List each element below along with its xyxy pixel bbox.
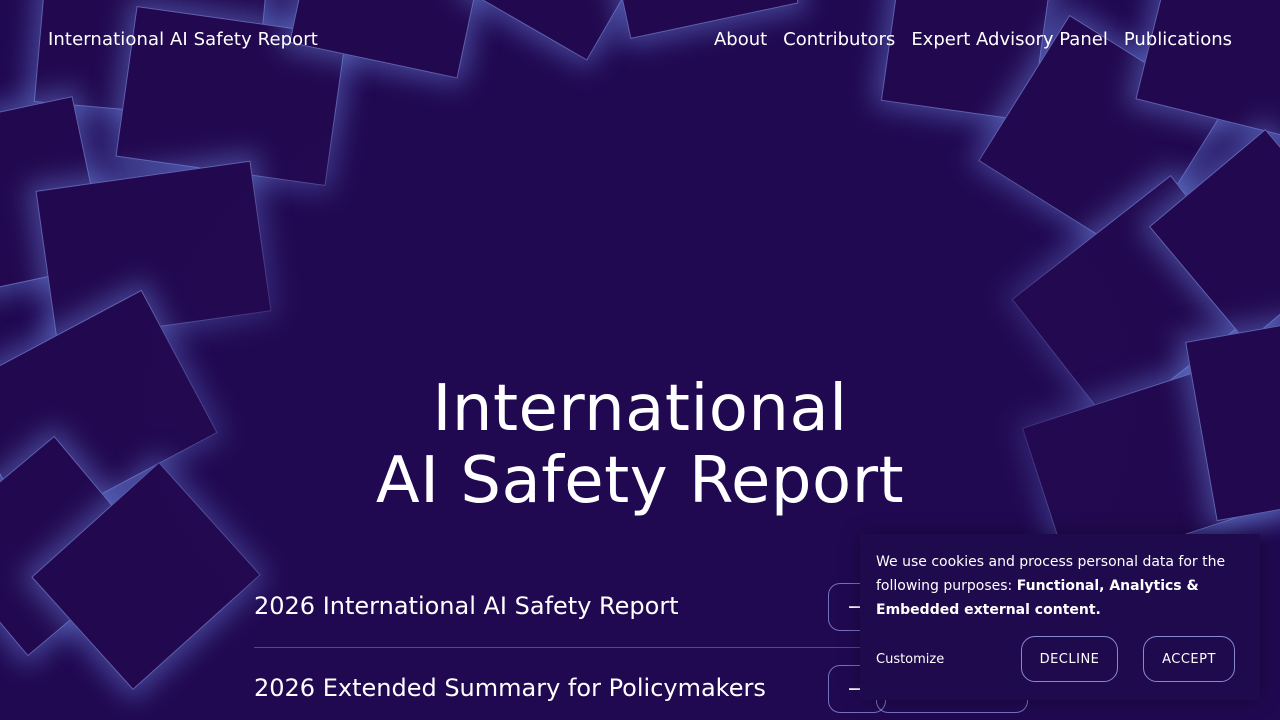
nav-expert-advisory-panel[interactable]: Expert Advisory Panel: [911, 29, 1108, 50]
decline-button[interactable]: DECLINE: [1021, 636, 1118, 682]
site-header: International AI Safety Report About Con…: [0, 0, 1280, 80]
hero-title-line2: AI Safety Report: [375, 443, 905, 518]
site-title-link[interactable]: International AI Safety Report: [48, 29, 318, 50]
nav-contributors[interactable]: Contributors: [783, 29, 895, 50]
publication-title[interactable]: 2026 Extended Summary for Policymakers: [254, 674, 766, 702]
publication-title[interactable]: 2026 International AI Safety Report: [254, 592, 679, 620]
customize-button[interactable]: Customize: [876, 652, 944, 667]
nav-about[interactable]: About: [714, 29, 767, 50]
main-nav: About Contributors Expert Advisory Panel…: [714, 29, 1232, 50]
hero-title-line1: International: [432, 371, 848, 446]
cookie-banner: We use cookies and process personal data…: [860, 534, 1260, 700]
accept-button[interactable]: ACCEPT: [1143, 636, 1235, 682]
cookie-message: We use cookies and process personal data…: [876, 550, 1236, 622]
page: International AI Safety Report About Con…: [0, 0, 1280, 720]
cookie-message-end: .: [1095, 602, 1101, 618]
hero-title: International AI Safety Report: [0, 373, 1280, 517]
nav-publications[interactable]: Publications: [1124, 29, 1232, 50]
